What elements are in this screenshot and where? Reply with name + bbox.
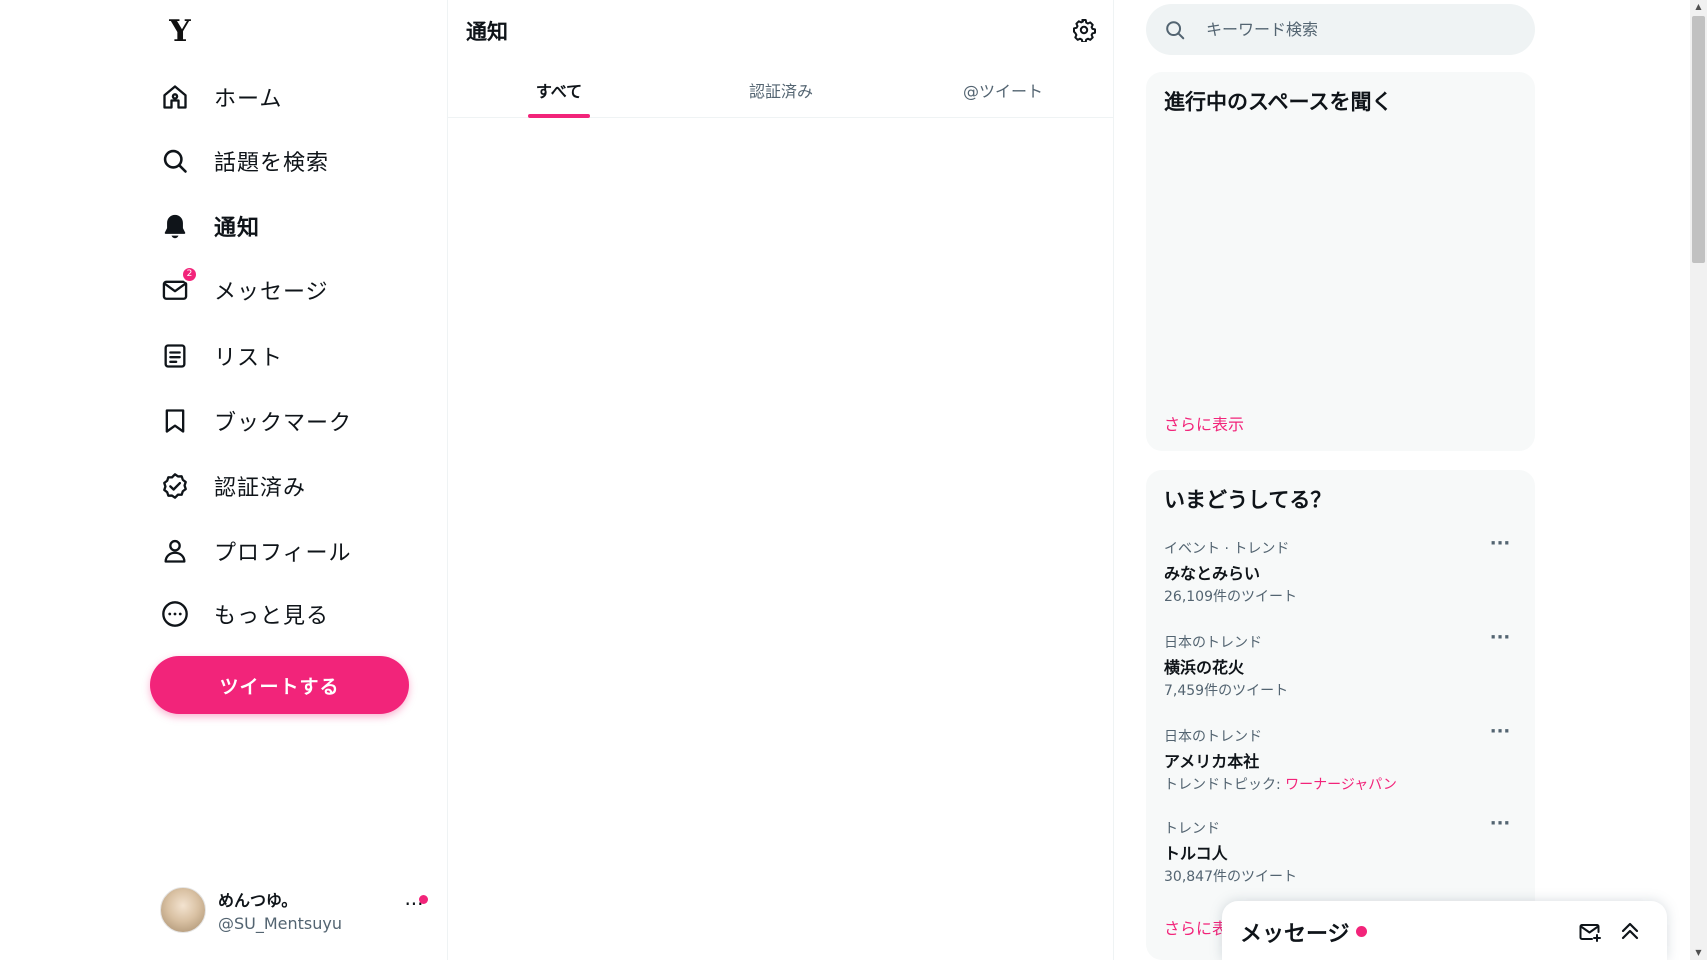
sidebar-item-messages[interactable]: 2 メッセージ	[160, 265, 430, 315]
trend-name: アメリカ本社	[1164, 752, 1260, 771]
trend-meta: 日本のトレンド	[1164, 635, 1262, 651]
page-title: 通知	[466, 20, 508, 44]
bell-icon	[160, 211, 190, 241]
sidebar-item-label: リスト	[214, 346, 284, 371]
bookmark-icon	[160, 406, 190, 436]
main-header: 通知 すべて 認証済み @ツイート	[448, 0, 1113, 118]
trend-count: 26,109件のツイート	[1164, 589, 1297, 605]
active-tab-indicator	[528, 114, 590, 118]
scroll-up-arrow-icon[interactable]: ▲	[1690, 0, 1707, 14]
sidebar-item-label: 話題を検索	[214, 151, 330, 176]
messages-drawer[interactable]: メッセージ	[1222, 901, 1667, 960]
sidebar-item-label: プロフィール	[214, 541, 352, 566]
spaces-card: 進行中のスペースを聞く さらに表示	[1146, 72, 1535, 451]
tab-label: すべて	[535, 82, 583, 101]
messages-drawer-title: メッセージ	[1240, 922, 1350, 947]
trend-item[interactable]: 日本のトレンド アメリカ本社 トレンドトピック: ワーナージャパン ···	[1146, 723, 1535, 816]
sidebar-item-explore[interactable]: 話題を検索	[160, 136, 430, 186]
spaces-show-more-link[interactable]: さらに表示	[1164, 411, 1244, 435]
list-icon	[160, 341, 190, 371]
scroll-down-arrow-icon[interactable]: ▼	[1690, 946, 1707, 960]
sidebar-item-verified[interactable]: 認証済み	[160, 461, 430, 511]
tab-label: @ツイート	[962, 82, 1043, 101]
trend-more-icon[interactable]: ···	[1488, 815, 1512, 838]
trend-name: トルコ人	[1164, 844, 1228, 863]
trend-more-icon[interactable]: ···	[1488, 723, 1512, 746]
sidebar-item-home[interactable]: ホーム	[160, 72, 430, 122]
avatar	[160, 887, 206, 933]
page-scrollbar[interactable]: ▲ ▼	[1690, 0, 1707, 960]
account-notification-dot	[419, 895, 428, 904]
unread-badge: 2	[181, 266, 198, 283]
trend-count: 7,459件のツイート	[1164, 683, 1289, 699]
more-circle-icon	[160, 599, 190, 629]
mail-icon: 2	[160, 266, 198, 305]
sidebar-item-label: ブックマーク	[214, 411, 353, 436]
gear-icon[interactable]	[1072, 18, 1096, 44]
sidebar-item-more[interactable]: もっと見る	[160, 589, 430, 639]
tab-mentions[interactable]: @ツイート	[892, 64, 1114, 118]
right-column: 進行中のスペースを聞く さらに表示 いまどうしてる？ イベント · トレンド み…	[1114, 0, 1707, 960]
account-switcher[interactable]: めんつゆ。 @SU_Mentsuyu	[160, 884, 430, 936]
profile-icon	[160, 536, 190, 566]
tab-verified[interactable]: 認証済み	[670, 64, 892, 118]
messages-unread-dot	[1356, 926, 1367, 937]
sidebar-item-profile[interactable]: プロフィール	[160, 526, 430, 576]
account-name: めんつゆ。	[218, 891, 298, 910]
home-icon	[160, 82, 190, 112]
sidebar-item-bookmarks[interactable]: ブックマーク	[160, 396, 430, 446]
trend-item[interactable]: 日本のトレンド 横浜の花火 7,459件のツイート ···	[1146, 629, 1535, 722]
trends-card: いまどうしてる？ イベント · トレンド みなとみらい 26,109件のツイート…	[1146, 470, 1535, 960]
trend-item[interactable]: トレンド トルコ人 30,847件のツイート ···	[1146, 815, 1535, 908]
trend-more-icon[interactable]: ···	[1488, 535, 1512, 558]
trend-meta: 日本のトレンド	[1164, 729, 1262, 745]
trend-name: 横浜の花火	[1164, 658, 1245, 677]
trend-name: みなとみらい	[1164, 564, 1261, 583]
sidebar-item-notifications[interactable]: 通知	[160, 201, 430, 251]
sidebar: Y ホーム 話題を検索 通知 2 メッセージ リスト ブックマーク 認証済み プ…	[0, 0, 448, 960]
chevron-up-double-icon[interactable]	[1618, 919, 1642, 943]
sidebar-item-label: ホーム	[214, 87, 283, 112]
tab-all[interactable]: すべて	[448, 64, 670, 118]
verified-icon	[160, 471, 190, 501]
trend-topic: トレンドトピック: ワーナージャパン	[1164, 774, 1397, 794]
tab-label: 認証済み	[748, 82, 813, 101]
sidebar-item-label: 認証済み	[214, 476, 307, 501]
trends-title: いまどうしてる？	[1164, 488, 1332, 512]
trend-meta: トレンド	[1164, 821, 1220, 837]
search-icon	[1166, 20, 1185, 39]
trend-item[interactable]: イベント · トレンド みなとみらい 26,109件のツイート ···	[1146, 535, 1535, 628]
sidebar-item-label: もっと見る	[214, 604, 330, 629]
trend-meta: イベント · トレンド	[1164, 541, 1290, 557]
spaces-title: 進行中のスペースを聞く	[1164, 90, 1393, 114]
new-message-icon[interactable]	[1578, 920, 1602, 944]
sidebar-item-label: 通知	[214, 216, 261, 241]
notification-tabs: すべて 認証済み @ツイート	[448, 64, 1114, 118]
trend-more-icon[interactable]: ···	[1488, 629, 1512, 652]
logo[interactable]: Y	[164, 14, 196, 50]
sidebar-item-lists[interactable]: リスト	[160, 331, 430, 381]
main-column: 通知 すべて 認証済み @ツイート	[448, 0, 1114, 960]
account-handle: @SU_Mentsuyu	[218, 914, 343, 933]
search-box[interactable]	[1146, 4, 1535, 55]
sidebar-item-label: メッセージ	[214, 280, 329, 305]
trend-topic-label: トレンドトピック:	[1164, 777, 1281, 793]
search-input[interactable]	[1206, 20, 1506, 39]
search-icon	[160, 146, 190, 176]
scroll-thumb[interactable]	[1692, 16, 1705, 263]
trend-topic-link[interactable]: ワーナージャパン	[1285, 777, 1397, 793]
app: Y ホーム 話題を検索 通知 2 メッセージ リスト ブックマーク 認証済み プ…	[0, 0, 1707, 960]
trend-count: 30,847件のツイート	[1164, 869, 1297, 885]
tweet-button[interactable]: ツイートする	[150, 656, 409, 714]
